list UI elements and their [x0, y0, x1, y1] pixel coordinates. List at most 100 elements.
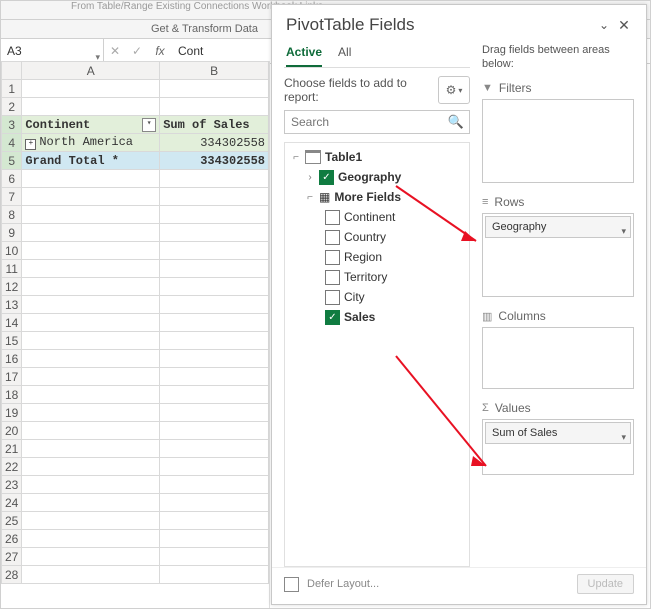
tree-field-region[interactable]: Region [287, 247, 467, 267]
cell[interactable] [160, 368, 269, 386]
row-header[interactable]: 2 [2, 98, 22, 116]
tree-field-continent[interactable]: Continent [287, 207, 467, 227]
row-header[interactable]: 21 [2, 440, 22, 458]
cell[interactable] [160, 440, 269, 458]
cell[interactable] [22, 494, 160, 512]
cell[interactable] [22, 314, 160, 332]
field-list-settings-button[interactable]: ⚙▾ [438, 76, 470, 104]
worksheet-grid[interactable]: A B 1 2 3 Continent ▾ Sum of Sales 4 +No… [1, 61, 270, 608]
defer-layout-checkbox[interactable] [284, 577, 299, 592]
cell[interactable] [22, 458, 160, 476]
rows-pill-geography[interactable]: Geography ▾ [485, 216, 631, 238]
pivot-grand-total-value-cell[interactable]: 334302558 [160, 152, 269, 170]
row-header[interactable]: 4 [2, 134, 22, 152]
cell[interactable] [22, 278, 160, 296]
row-header[interactable]: 11 [2, 260, 22, 278]
cancel-formula-button[interactable]: ✕ [104, 39, 126, 63]
cell[interactable] [22, 476, 160, 494]
checkbox-icon[interactable] [325, 230, 340, 245]
row-header[interactable]: 9 [2, 224, 22, 242]
tree-field-geography[interactable]: › ✓ Geography [287, 167, 467, 187]
cell[interactable] [22, 296, 160, 314]
cell[interactable] [160, 278, 269, 296]
values-dropzone[interactable]: Sum of Sales ▾ [482, 419, 634, 475]
tree-more-fields-node[interactable]: ⌐ ▦ More Fields [287, 187, 467, 207]
cell[interactable] [160, 404, 269, 422]
rows-dropzone[interactable]: Geography ▾ [482, 213, 634, 297]
checkbox-icon[interactable] [325, 270, 340, 285]
checkbox-checked-icon[interactable]: ✓ [319, 170, 334, 185]
pivot-grand-total-label-cell[interactable]: Grand Total * [22, 152, 160, 170]
row-header[interactable]: 24 [2, 494, 22, 512]
cell[interactable] [160, 422, 269, 440]
cell[interactable] [160, 80, 269, 98]
checkbox-icon[interactable] [325, 250, 340, 265]
cell[interactable] [160, 188, 269, 206]
cell[interactable] [160, 260, 269, 278]
filter-dropdown-icon[interactable]: ▾ [142, 118, 156, 132]
cell[interactable] [22, 350, 160, 368]
cell[interactable] [160, 458, 269, 476]
row-header[interactable]: 25 [2, 512, 22, 530]
tree-field-city[interactable]: City [287, 287, 467, 307]
row-header[interactable]: 26 [2, 530, 22, 548]
field-tree[interactable]: ⌐ Table1 › ✓ Geography ⌐ ▦ More Fields [284, 142, 470, 567]
row-header[interactable]: 14 [2, 314, 22, 332]
row-header[interactable]: 1 [2, 80, 22, 98]
cell[interactable] [22, 170, 160, 188]
row-header[interactable]: 7 [2, 188, 22, 206]
chevron-down-icon[interactable]: ▾ [621, 221, 626, 241]
row-header[interactable]: 27 [2, 548, 22, 566]
filters-dropzone[interactable] [482, 99, 634, 183]
collapse-icon[interactable]: ⌐ [291, 152, 301, 163]
row-header[interactable]: 20 [2, 422, 22, 440]
close-icon[interactable]: ✕ [614, 17, 634, 34]
tree-field-country[interactable]: Country [287, 227, 467, 247]
cell[interactable] [160, 566, 269, 584]
cell[interactable] [160, 98, 269, 116]
cell[interactable] [22, 224, 160, 242]
row-header[interactable]: 6 [2, 170, 22, 188]
name-box[interactable]: A3 ▾ [1, 39, 104, 63]
cell[interactable] [160, 350, 269, 368]
cell[interactable] [22, 260, 160, 278]
row-header[interactable]: 3 [2, 116, 22, 134]
cell[interactable] [160, 494, 269, 512]
cell[interactable] [160, 296, 269, 314]
cell[interactable] [22, 80, 160, 98]
row-header[interactable]: 13 [2, 296, 22, 314]
cell[interactable] [160, 314, 269, 332]
row-header[interactable]: 10 [2, 242, 22, 260]
cell[interactable] [160, 386, 269, 404]
row-header[interactable]: 15 [2, 332, 22, 350]
cell[interactable] [22, 566, 160, 584]
cell[interactable] [22, 98, 160, 116]
cell[interactable] [22, 512, 160, 530]
row-header[interactable]: 18 [2, 386, 22, 404]
cell[interactable] [22, 422, 160, 440]
row-header[interactable]: 8 [2, 206, 22, 224]
tree-field-territory[interactable]: Territory [287, 267, 467, 287]
row-header[interactable]: 23 [2, 476, 22, 494]
fx-button[interactable]: fx [148, 39, 172, 63]
cell[interactable] [22, 368, 160, 386]
cell[interactable] [22, 404, 160, 422]
cell[interactable] [22, 188, 160, 206]
cell[interactable] [22, 332, 160, 350]
tab-active[interactable]: Active [286, 41, 322, 67]
cell[interactable] [160, 170, 269, 188]
column-header-b[interactable]: B [160, 62, 269, 80]
expand-icon[interactable]: › [305, 172, 315, 183]
row-header[interactable]: 17 [2, 368, 22, 386]
row-header[interactable]: 19 [2, 404, 22, 422]
row-header[interactable]: 16 [2, 350, 22, 368]
checkbox-icon[interactable] [325, 210, 340, 225]
collapse-icon[interactable]: ⌐ [305, 192, 315, 203]
chevron-down-icon[interactable]: ▾ [621, 427, 626, 447]
cell[interactable] [22, 206, 160, 224]
cell[interactable] [22, 242, 160, 260]
cell[interactable] [22, 386, 160, 404]
update-button[interactable]: Update [577, 574, 634, 594]
tab-all[interactable]: All [338, 41, 351, 67]
pivot-row-cell[interactable]: +North America [22, 134, 160, 152]
